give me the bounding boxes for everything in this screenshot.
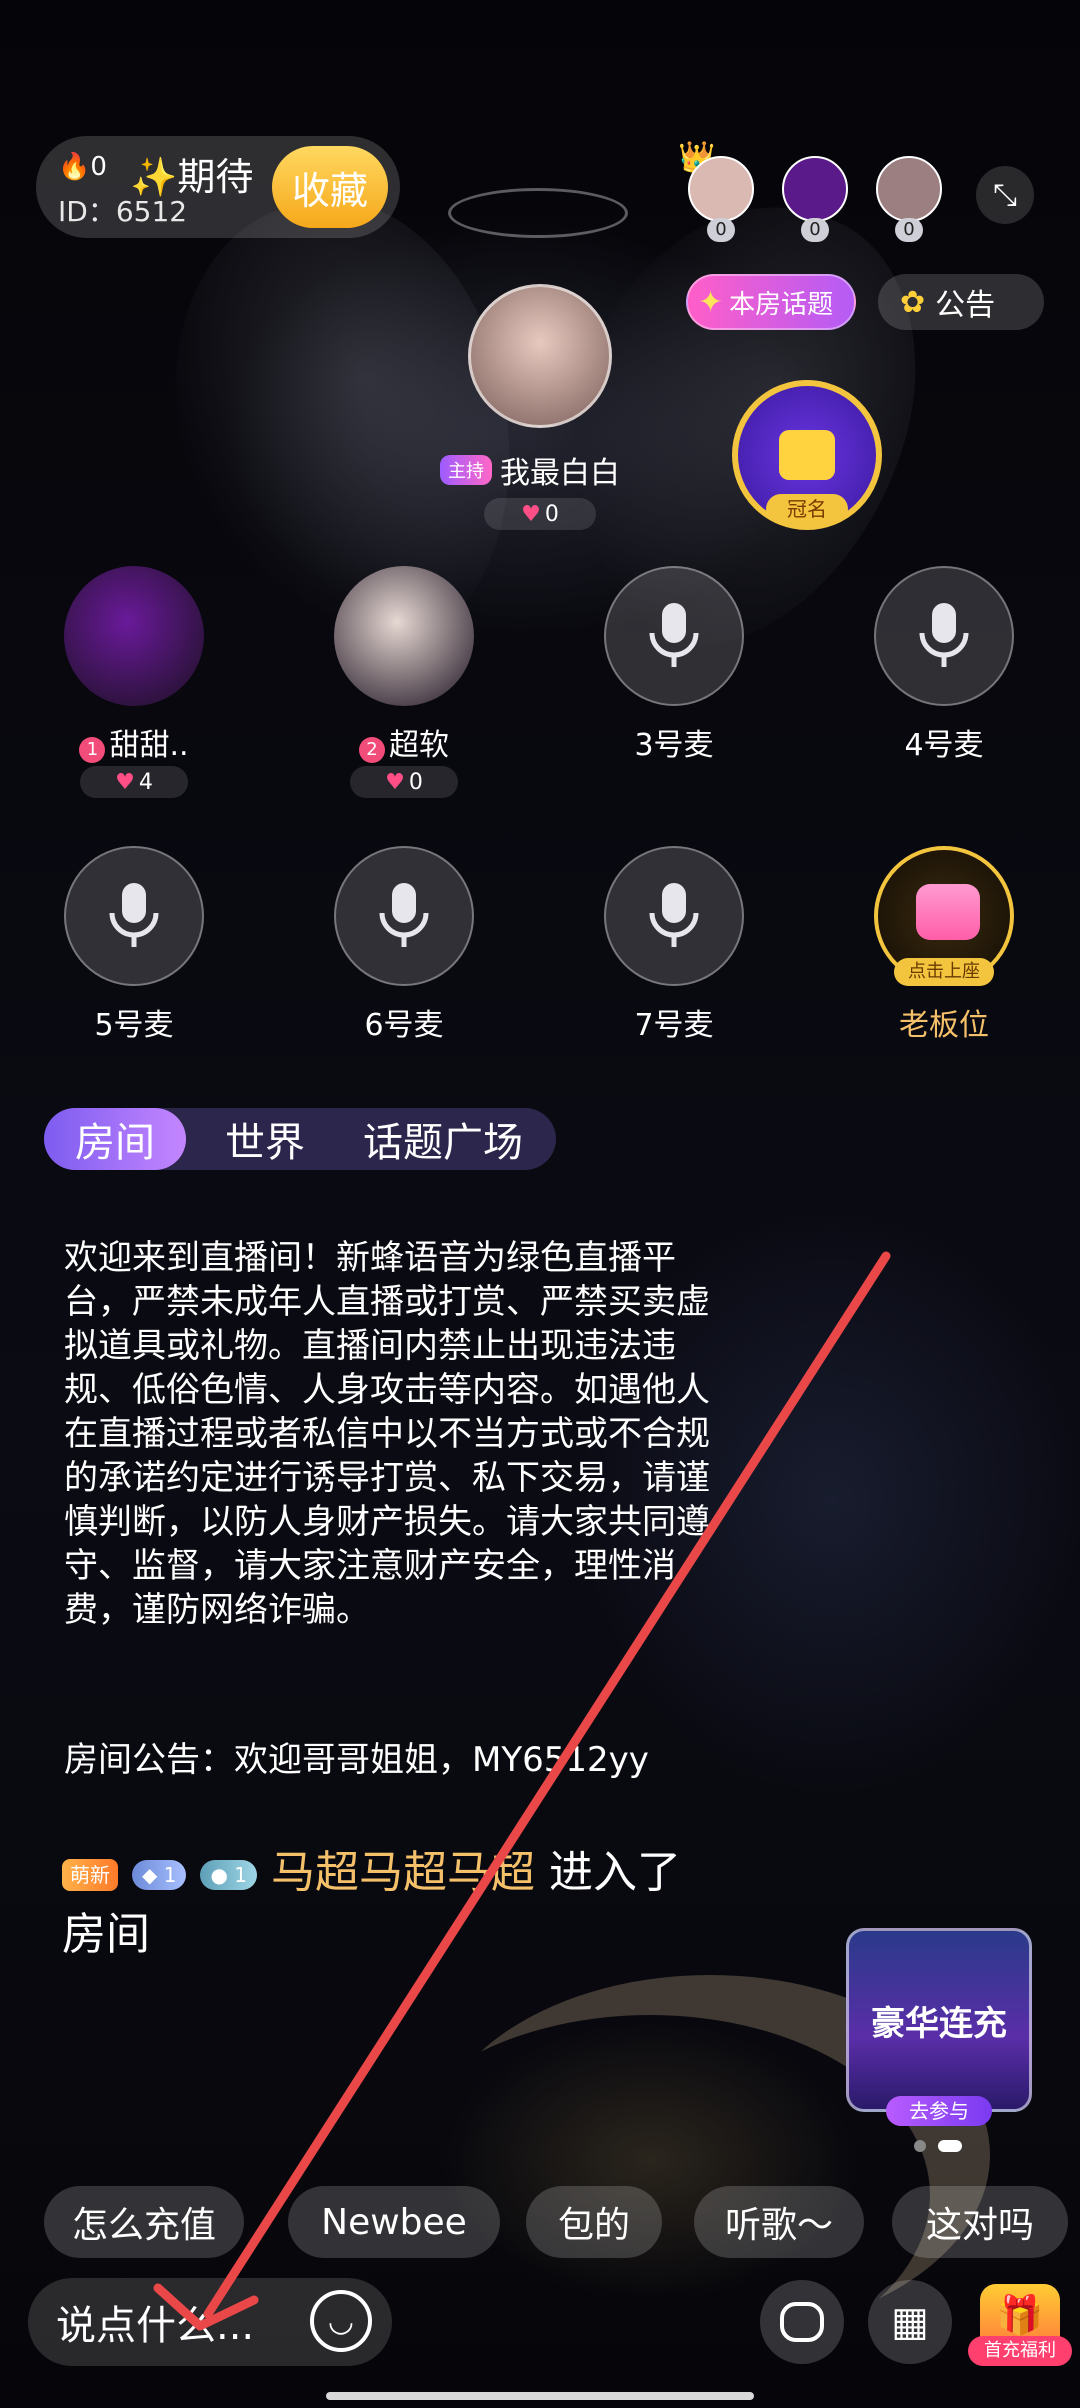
annotation-arrow bbox=[153, 1251, 891, 2331]
